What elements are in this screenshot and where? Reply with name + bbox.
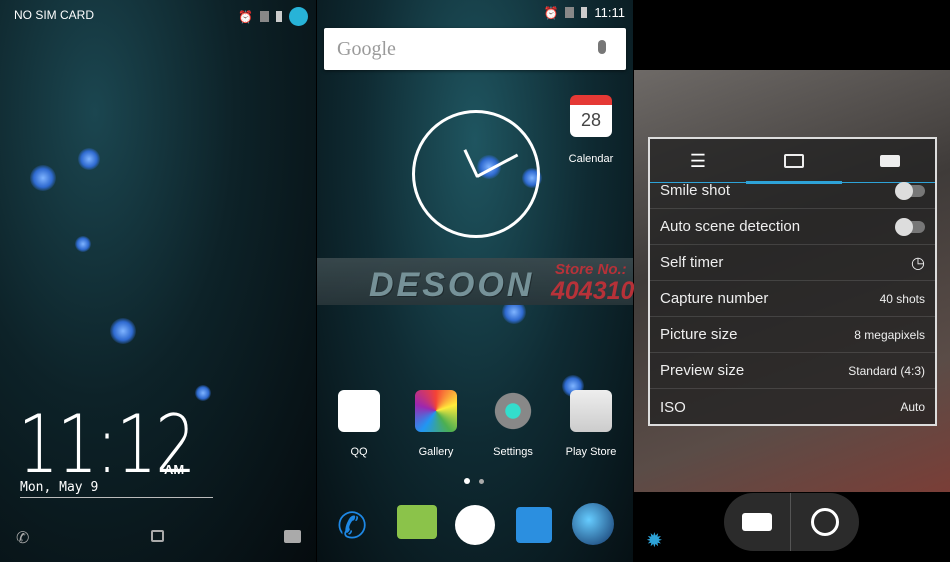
page-indicator: [479, 479, 484, 484]
alarm-icon: ⏰: [543, 5, 559, 20]
settings-sliders-icon: ☰: [689, 150, 707, 171]
lock-date: Mon, May 9: [20, 480, 99, 495]
video-icon: [742, 513, 772, 531]
mic-icon[interactable]: [598, 40, 606, 54]
app-label: Play Store: [565, 446, 617, 458]
app-label: QQ: [350, 446, 368, 458]
play-store-icon: [570, 390, 612, 432]
settings-gear-icon[interactable]: ✹: [646, 528, 663, 553]
page-indicator-active: [464, 478, 470, 484]
battery-icon: [581, 7, 588, 18]
calendar-icon: 28: [570, 95, 612, 137]
status-icons: ⏰: [238, 7, 308, 26]
hour-hand: [463, 149, 479, 178]
camera-screen: ☰ Smile shot Auto scene detection Self t…: [634, 0, 950, 562]
setting-label: ISO: [660, 398, 686, 416]
analog-clock-widget[interactable]: [412, 110, 540, 238]
bokeh: [195, 385, 211, 401]
timer-icon: ◷: [911, 254, 925, 272]
messaging-icon[interactable]: [397, 505, 437, 539]
bokeh: [30, 165, 56, 191]
video-record-button[interactable]: [724, 493, 791, 551]
camera-icon: [784, 154, 804, 168]
user-avatar-icon[interactable]: [289, 7, 308, 26]
google-search-bar[interactable]: Google: [324, 28, 626, 70]
video-icon: [880, 155, 900, 167]
setting-iso[interactable]: ISO Auto: [650, 389, 935, 425]
app-settings[interactable]: Settings: [478, 390, 548, 458]
phone-icon[interactable]: ✆: [16, 528, 29, 548]
smile-shot-toggle[interactable]: [895, 181, 925, 200]
no-sim-icon: [565, 7, 575, 18]
gallery-icon: [415, 390, 457, 432]
app-label: Settings: [493, 446, 533, 458]
setting-label: Self timer: [660, 254, 724, 271]
bokeh: [75, 236, 91, 252]
setting-self-timer[interactable]: Self timer ◷: [650, 245, 935, 281]
tab-general-settings[interactable]: ☰: [650, 139, 746, 183]
app-label: Gallery: [418, 446, 454, 458]
app-calendar[interactable]: 28 Calendar: [556, 95, 626, 165]
setting-value: 8 megapixels: [854, 327, 925, 342]
carrier-label: NO SIM CARD: [14, 8, 95, 22]
lock-clock: 11:12: [18, 398, 196, 491]
setting-picture-size[interactable]: Picture size 8 megapixels: [650, 317, 935, 353]
app-play-store[interactable]: Play Store: [556, 390, 626, 458]
camera-settings-panel: ☰ Smile shot Auto scene detection Self t…: [648, 137, 937, 426]
setting-value: 40 shots: [879, 291, 925, 306]
watermark-store-number: 404310: [551, 277, 635, 305]
camera-icon[interactable]: [284, 530, 301, 543]
app-qq[interactable]: QQ: [324, 390, 394, 458]
alarm-icon: ⏰: [238, 9, 253, 24]
no-sim-icon: [260, 11, 269, 22]
search-placeholder: Google: [337, 38, 396, 60]
qq-icon: [338, 390, 380, 432]
setting-value: Auto: [900, 400, 925, 414]
setting-label: Auto scene detection: [660, 218, 801, 235]
bokeh: [110, 318, 136, 344]
status-time: 11:11: [594, 5, 625, 20]
setting-label: Capture number: [660, 290, 769, 307]
phone-icon[interactable]: ✆: [337, 505, 367, 547]
browser-icon[interactable]: [572, 503, 614, 545]
auto-scene-toggle[interactable]: [895, 217, 925, 236]
setting-label: Picture size: [660, 326, 738, 343]
watermark-store-label: Store No.:: [555, 261, 627, 278]
lock-screen: NO SIM CARD ⏰ 11:12 AM Mon, May 9 ✆: [0, 0, 316, 562]
contacts-icon[interactable]: [516, 507, 552, 543]
app-gallery[interactable]: Gallery: [401, 390, 471, 458]
unlock-icon[interactable]: [151, 530, 164, 542]
setting-capture-number[interactable]: Capture number 40 shots: [650, 281, 935, 317]
settings-tabs: ☰: [650, 139, 938, 184]
setting-preview-size[interactable]: Preview size Standard (4:3): [650, 353, 935, 389]
watermark-brand: DESOON: [369, 266, 535, 304]
tab-photo-settings[interactable]: [746, 139, 842, 184]
watermark-banner: DESOON Store No.: 404310: [317, 258, 635, 305]
bokeh: [78, 148, 100, 170]
app-drawer-icon[interactable]: [455, 505, 495, 545]
shutter-icon: [810, 508, 839, 536]
status-bar: ⏰ 11:11: [543, 5, 625, 20]
setting-label: Smile shot: [660, 182, 731, 199]
setting-label: Preview size: [660, 362, 745, 379]
battery-icon: [276, 11, 282, 22]
app-label: Calendar: [568, 153, 614, 165]
divider: [20, 497, 213, 498]
capture-controls: [724, 493, 859, 551]
setting-auto-scene[interactable]: Auto scene detection: [650, 209, 935, 245]
setting-value: Standard (4:3): [848, 363, 925, 378]
tab-video-settings[interactable]: [842, 139, 938, 183]
settings-icon: [492, 390, 534, 432]
minute-hand: [476, 153, 519, 178]
ampm: AM: [164, 462, 185, 477]
shutter-button[interactable]: [791, 493, 858, 551]
